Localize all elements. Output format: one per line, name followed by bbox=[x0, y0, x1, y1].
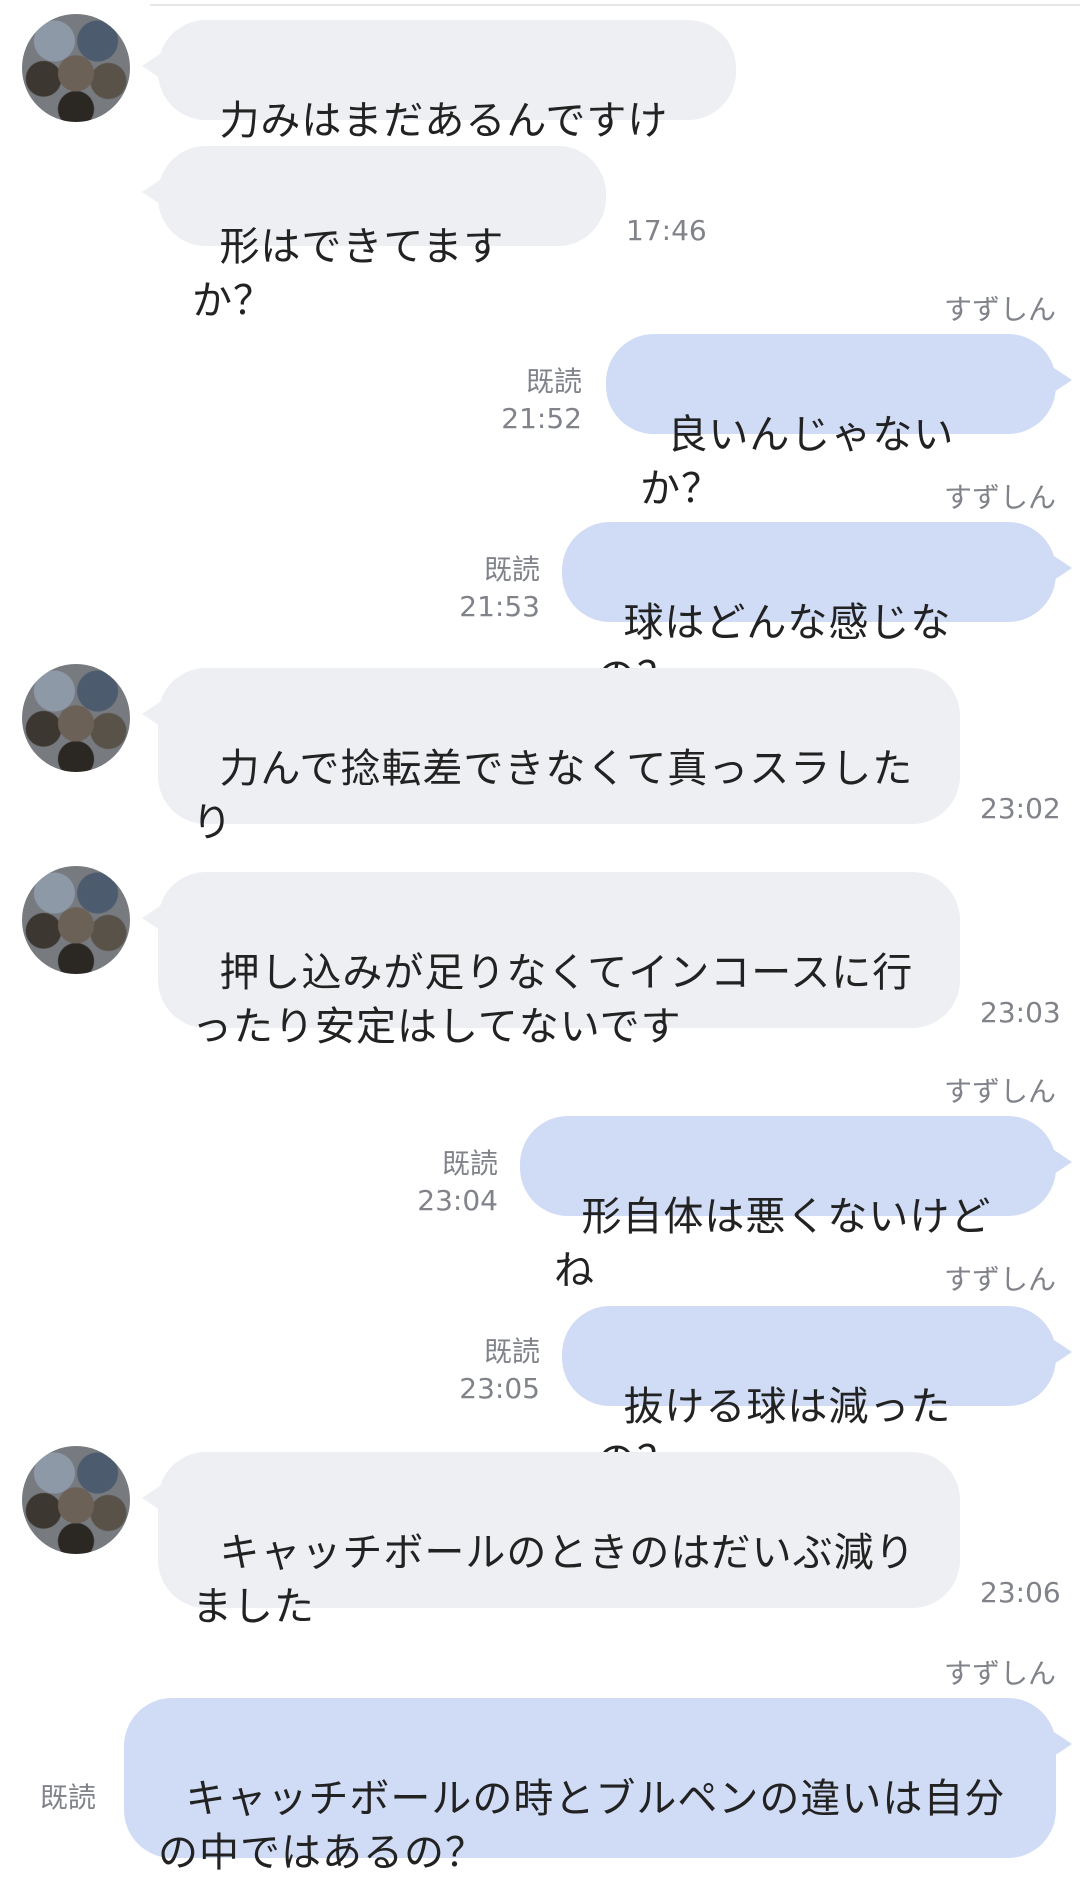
message-time: 23:04 bbox=[417, 1184, 498, 1217]
message-bubble-incoming[interactable]: キャッチボールのときのはだいぶ減り ました bbox=[142, 1452, 960, 1630]
contact-avatar[interactable] bbox=[22, 1446, 130, 1554]
sender-name: すずしん bbox=[943, 1657, 1056, 1690]
message-time: 23:02 bbox=[980, 792, 1061, 825]
sender-name: すずしん bbox=[943, 481, 1056, 514]
read-receipt: 既読 bbox=[40, 1781, 97, 1814]
message-bubble-incoming[interactable]: 力んで捻転差できなくて真っスラした り bbox=[142, 668, 960, 846]
top-divider bbox=[150, 4, 1080, 6]
message-text: キャッチボールの時とブルペンの違いは自分 の中ではあるの？ bbox=[158, 1776, 1006, 1876]
message-text: 力んで捻転差できなくて真っスラした り bbox=[192, 746, 914, 846]
message-text: キャッチボールのときのはだいぶ減り ました bbox=[192, 1530, 916, 1630]
sender-name: すずしん bbox=[943, 1075, 1056, 1108]
contact-avatar[interactable] bbox=[22, 14, 130, 122]
message-text: 形はできてますか？ bbox=[192, 224, 505, 324]
read-receipt: 既読 bbox=[525, 365, 582, 398]
message-bubble-outgoing[interactable]: 抜ける球は減ったの？ bbox=[562, 1306, 1072, 1484]
contact-avatar[interactable] bbox=[22, 866, 130, 974]
read-receipt: 既読 bbox=[483, 1335, 540, 1368]
message-bubble-incoming[interactable]: 押し込みが足りなくてインコースに行 ったり安定はしてないです bbox=[142, 872, 960, 1050]
message-text: 良いんじゃないか？ bbox=[640, 412, 955, 512]
message-text: 形自体は悪くないけどね bbox=[554, 1194, 992, 1294]
message-bubble-incoming[interactable]: 力みはまだあるんですけど bbox=[142, 20, 736, 198]
sender-name: すずしん bbox=[943, 293, 1056, 326]
message-bubble-outgoing[interactable]: 形自体は悪くないけどね bbox=[520, 1116, 1072, 1294]
message-bubble-outgoing[interactable]: 良いんじゃないか？ bbox=[606, 334, 1072, 512]
message-time: 21:53 bbox=[459, 590, 540, 623]
message-time: 23:05 bbox=[459, 1372, 540, 1405]
message-text: 押し込みが足りなくてインコースに行 ったり安定はしてないです bbox=[192, 950, 914, 1050]
message-time: 17:46 bbox=[626, 214, 707, 247]
message-bubble-outgoing[interactable]: 球はどんな感じなの？ bbox=[562, 522, 1072, 700]
read-receipt: 既読 bbox=[441, 1147, 498, 1180]
message-bubble-incoming[interactable]: 形はできてますか？ bbox=[142, 146, 606, 324]
contact-avatar[interactable] bbox=[22, 664, 130, 772]
read-receipt: 既読 bbox=[483, 553, 540, 586]
message-time: 23:03 bbox=[980, 996, 1061, 1029]
message-bubble-outgoing[interactable]: キャッチボールの時とブルペンの違いは自分 の中ではあるの？ bbox=[124, 1698, 1072, 1876]
message-time: 21:52 bbox=[501, 402, 582, 435]
sender-name: すずしん bbox=[943, 1263, 1056, 1296]
message-time: 23:06 bbox=[980, 1576, 1061, 1609]
